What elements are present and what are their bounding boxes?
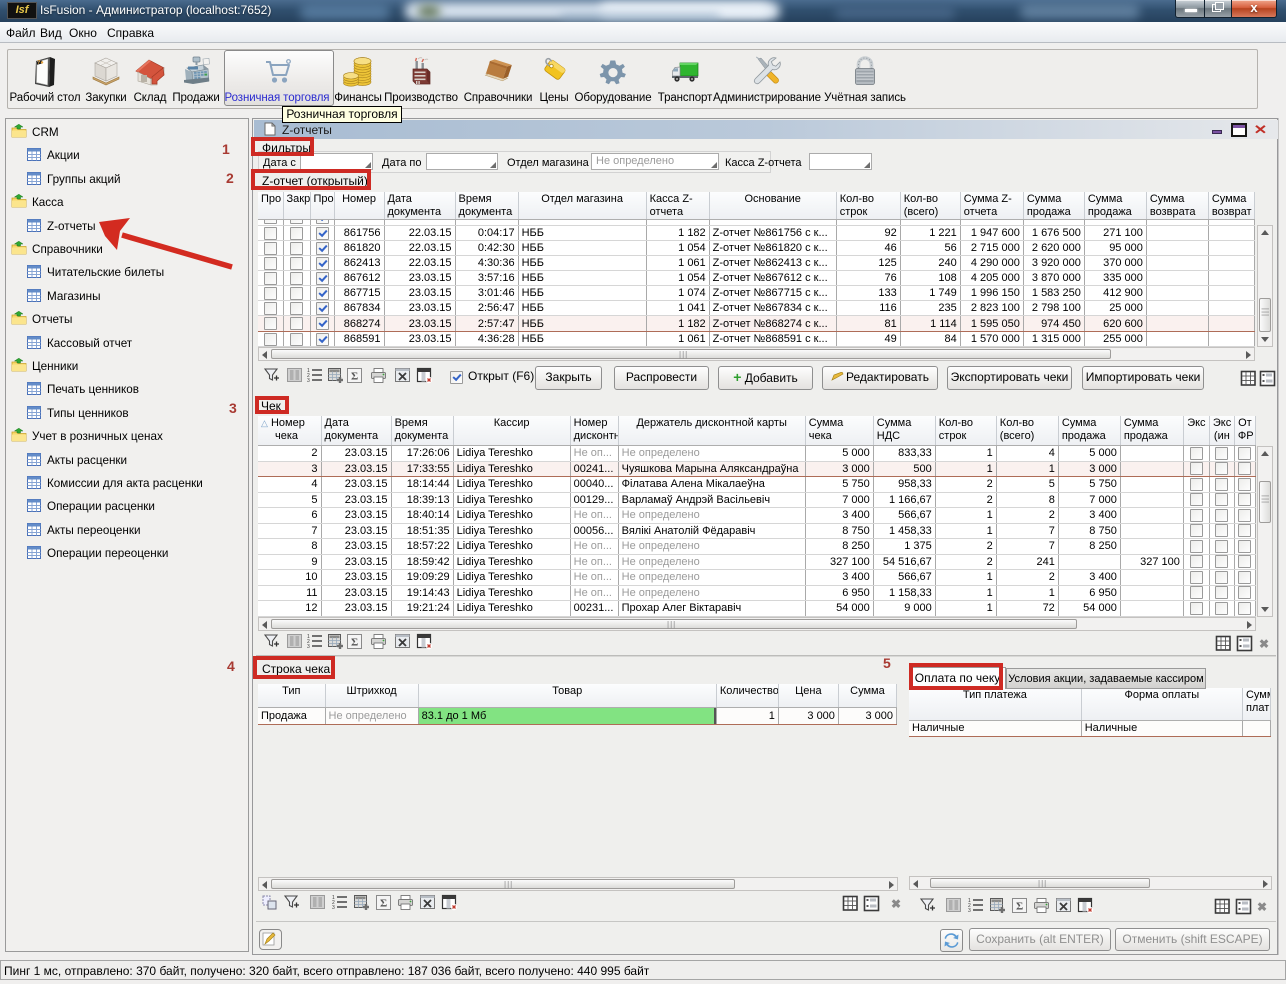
svg-text:3: 3	[307, 644, 310, 650]
svg-text:Σ: Σ	[351, 371, 358, 383]
svg-text:Σ: Σ	[351, 637, 358, 649]
svg-text:Σ: Σ	[380, 898, 387, 910]
svg-text:3: 3	[307, 378, 310, 384]
svg-text:3: 3	[332, 905, 335, 911]
svg-text:3: 3	[968, 908, 971, 914]
svg-text:Σ: Σ	[1016, 901, 1023, 913]
svg-text:?●: ?●	[37, 60, 44, 66]
